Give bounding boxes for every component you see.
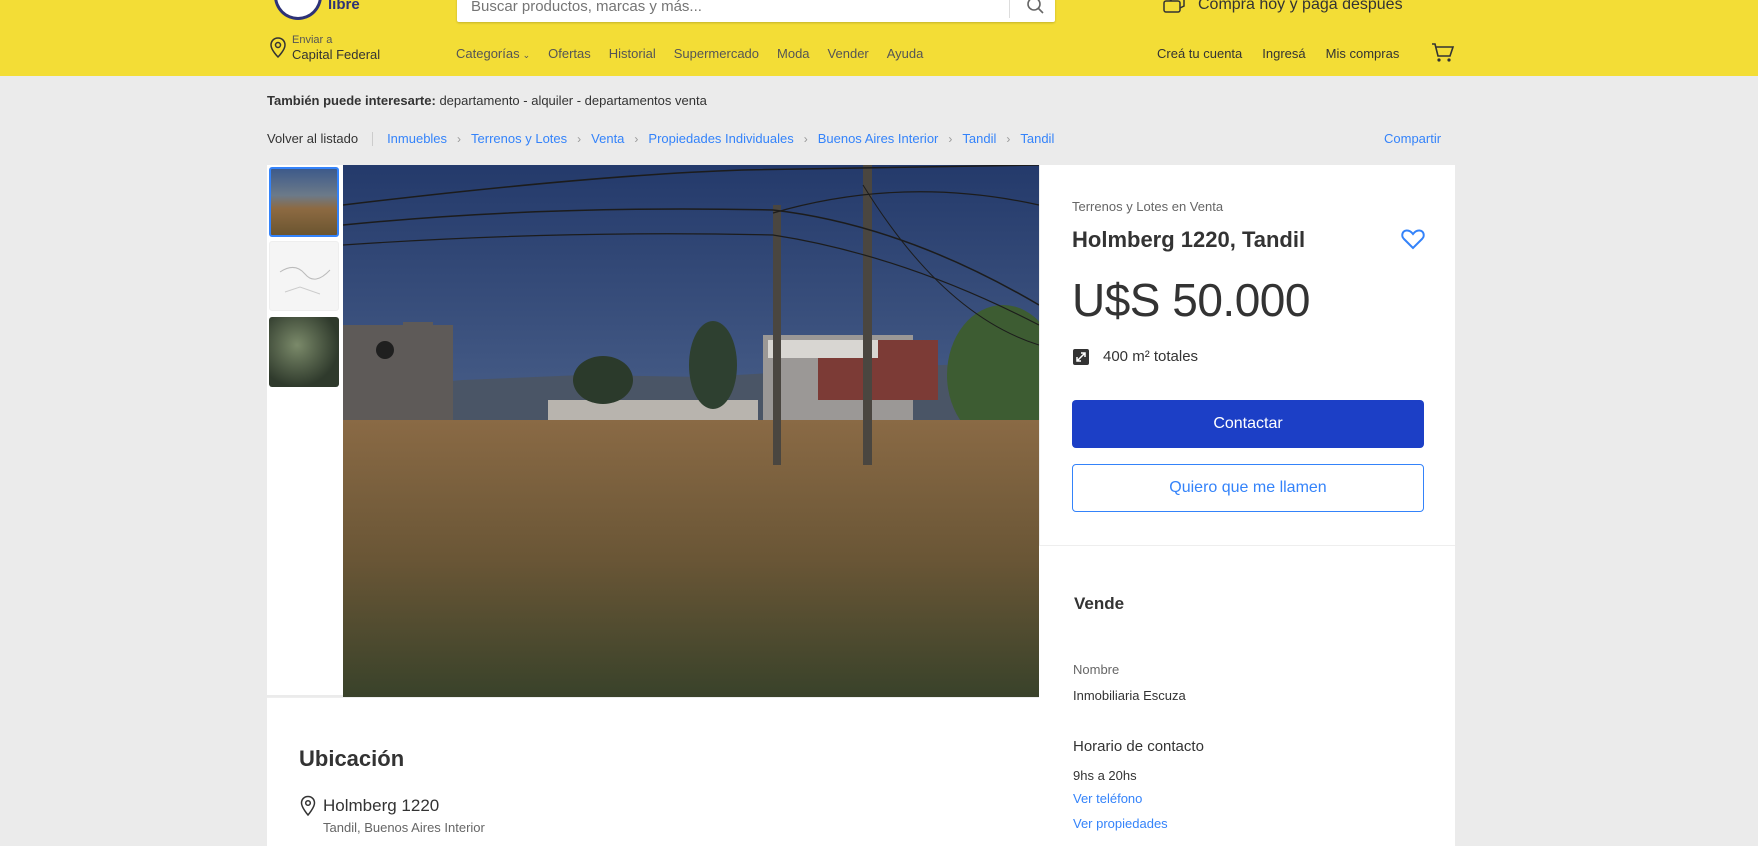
related-links[interactable]: departamento - alquiler - departamentos … [439, 93, 706, 108]
location-city: Capital Federal [292, 47, 381, 62]
chevron-down-icon: ⌄ [522, 50, 531, 60]
search-input[interactable] [471, 0, 1011, 16]
show-properties-link[interactable]: Ver propiedades [1073, 816, 1168, 831]
breadcrumb-tandil[interactable]: Tandil [962, 131, 996, 146]
seller-name: Inmobiliaria Escuza [1073, 688, 1186, 703]
seller-name-label: Nombre [1073, 662, 1120, 677]
listing-title: Holmberg 1220, Tandil [1072, 227, 1306, 252]
search-button[interactable] [1017, 0, 1053, 22]
handshake-icon [274, 0, 322, 20]
nav-historial[interactable]: Historial [609, 46, 656, 61]
chevron-right-icon: › [577, 131, 582, 146]
contact-hours: 9hs a 20hs [1073, 768, 1137, 783]
related-label: También puede interesarte: [267, 93, 436, 108]
contact-hours-label: Horario de contacto [1073, 738, 1204, 755]
location-pin-icon [300, 795, 316, 817]
contact-button[interactable]: Contactar [1072, 400, 1424, 448]
nav-label: Categorías [456, 46, 520, 61]
search-icon [1027, 0, 1044, 14]
chevron-right-icon: › [457, 131, 462, 146]
nav-moda[interactable]: Moda [777, 46, 810, 61]
location-pin-icon [270, 37, 286, 59]
thumbnail-photo-3[interactable] [269, 317, 339, 387]
login-link[interactable]: Ingresá [1262, 46, 1305, 61]
search-divider [1009, 0, 1010, 18]
account-nav: Creá tu cuenta Ingresá Mis compras [1157, 46, 1399, 61]
promo-text: Comprá hoy y pagá después [1198, 0, 1403, 13]
breadcrumb-bsas-interior[interactable]: Buenos Aires Interior [818, 131, 939, 146]
thumbnail-photo-2[interactable] [269, 241, 339, 311]
breadcrumb-inmuebles[interactable]: Inmuebles [387, 131, 447, 146]
listing-area: 400 m² totales [1103, 348, 1199, 365]
related-searches: También puede interesarte: departamento … [267, 93, 707, 108]
share-link[interactable]: Compartir [1384, 131, 1441, 146]
map-sketch-icon [279, 267, 331, 295]
chevron-right-icon: › [634, 131, 639, 146]
seller-info: Vende Nombre Inmobiliaria Escuza Horario… [1039, 545, 1455, 846]
back-to-listing-link[interactable]: Volver al listado [267, 131, 358, 146]
listing-price: U$S 50.000 [1072, 274, 1310, 326]
create-account-link[interactable]: Creá tu cuenta [1157, 46, 1242, 61]
chevron-right-icon: › [1006, 131, 1011, 146]
heart-icon[interactable] [1400, 227, 1426, 251]
land-photo [343, 165, 1039, 697]
search-bar [457, 0, 1055, 22]
promo-banner[interactable]: Comprá hoy y pagá después [1163, 0, 1403, 14]
listing-subtitle: Terrenos y Lotes en Venta [1072, 199, 1224, 214]
nav-supermercado[interactable]: Supermercado [674, 46, 759, 61]
gallery [267, 165, 1039, 697]
location-address: Holmberg 1220 [323, 796, 440, 815]
breadcrumb-separator [372, 131, 374, 146]
area-icon [1073, 349, 1089, 365]
breadcrumb-venta[interactable]: Venta [591, 131, 624, 146]
location-area: Tandil, Buenos Aires Interior [323, 820, 485, 835]
breadcrumb: Volver al listado Inmuebles › Terrenos y… [267, 131, 1054, 146]
listing-info: Terrenos y Lotes en Venta Holmberg 1220,… [1039, 165, 1455, 545]
cart-icon[interactable] [1431, 42, 1455, 64]
thumbnail-photo-1[interactable] [269, 167, 339, 237]
location-section: Ubicación Holmberg 1220 Tandil, Buenos A… [267, 697, 1039, 846]
location-label: Enviar a [292, 34, 333, 46]
show-phone-link[interactable]: Ver teléfono [1073, 791, 1142, 806]
nav-ayuda[interactable]: Ayuda [887, 46, 924, 61]
breadcrumb-tandil-city[interactable]: Tandil [1020, 131, 1054, 146]
seller-heading: Vende [1074, 594, 1125, 613]
breadcrumb-propiedades[interactable]: Propiedades Individuales [648, 131, 793, 146]
nav-vender[interactable]: Vender [828, 46, 869, 61]
chevron-right-icon: › [803, 131, 808, 146]
logo-text: libre [328, 0, 360, 13]
nav-ofertas[interactable]: Ofertas [548, 46, 591, 61]
request-call-button[interactable]: Quiero que me llamen [1072, 464, 1424, 512]
breadcrumb-terrenos[interactable]: Terrenos y Lotes [471, 131, 567, 146]
logo[interactable]: libre [270, 0, 410, 22]
location-heading: Ubicación [299, 746, 405, 771]
pay-later-icon [1163, 0, 1185, 13]
main-photo[interactable] [343, 165, 1039, 697]
main-nav: Categorías ⌄ Ofertas Historial Supermerca… [456, 46, 923, 61]
chevron-right-icon: › [948, 131, 953, 146]
nav-categorias[interactable]: Categorías ⌄ [456, 46, 530, 61]
site-header: libre Comprá hoy y pagá después Enviar a… [0, 0, 1758, 76]
my-purchases-link[interactable]: Mis compras [1326, 46, 1400, 61]
